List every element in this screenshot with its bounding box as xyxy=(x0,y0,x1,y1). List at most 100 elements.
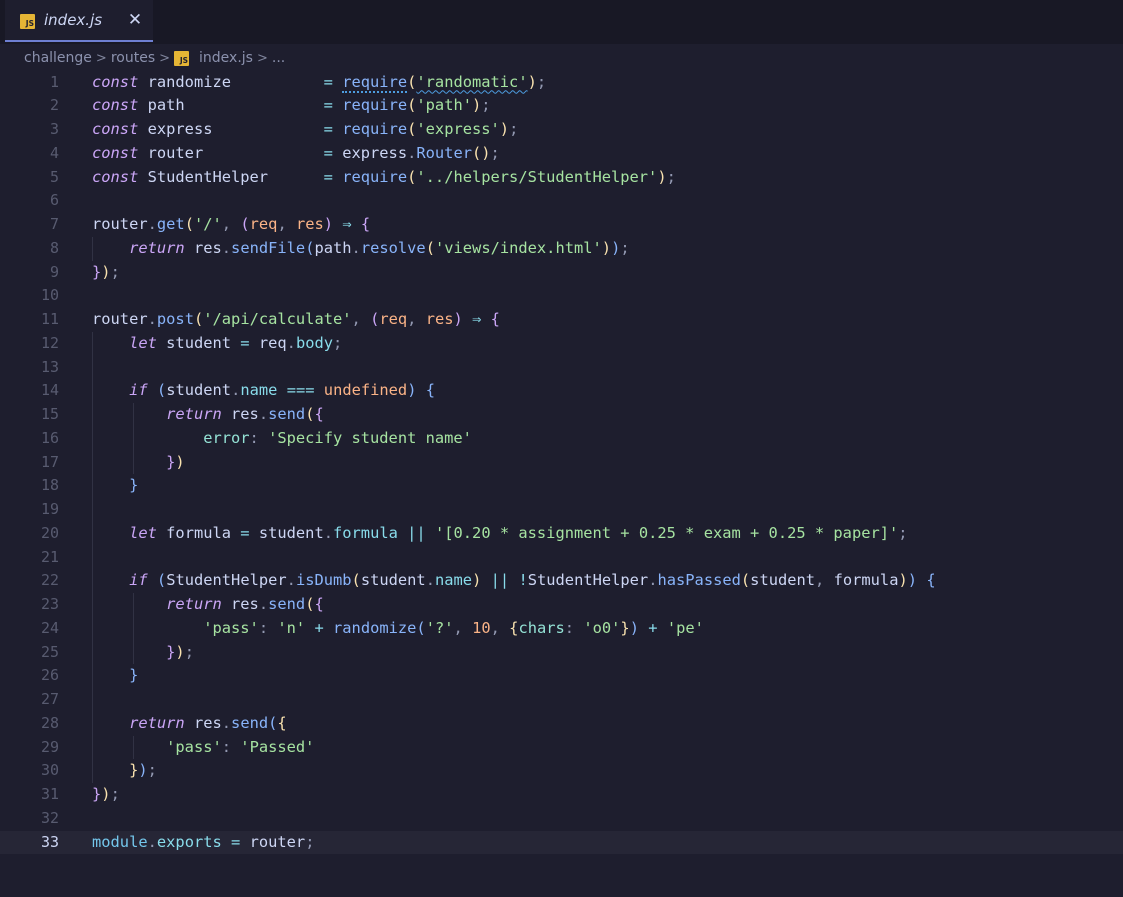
code-line[interactable]: 29 'pass': 'Passed' xyxy=(0,736,1123,760)
code-line[interactable]: 24 'pass': 'n' + randomize('?', 10, {cha… xyxy=(0,617,1123,641)
code-line[interactable]: 33 module.exports = router; xyxy=(0,830,1123,855)
code-token: Router xyxy=(416,143,472,162)
code-line[interactable]: 31}); xyxy=(0,783,1123,807)
code-line[interactable]: 25 }); xyxy=(0,641,1123,665)
code-token: { xyxy=(490,310,500,328)
code-line[interactable]: 18 } xyxy=(0,474,1123,498)
close-icon[interactable]: ✕ xyxy=(125,9,145,31)
code-line[interactable]: 20 let formula = student.formula || '[0.… xyxy=(0,522,1123,546)
code-line[interactable]: 2 const path = require('path'); xyxy=(0,94,1123,118)
code-line[interactable]: 6 xyxy=(0,189,1123,213)
code-token: , xyxy=(453,618,473,637)
code-token: express xyxy=(332,143,408,162)
code-token: { xyxy=(926,571,936,590)
code-line[interactable]: 26 } xyxy=(0,664,1123,688)
breadcrumb-item-challenge[interactable]: challenge xyxy=(24,50,92,66)
code-token: ) xyxy=(629,618,639,637)
code-token: ) xyxy=(527,72,537,91)
code-token: student xyxy=(249,523,324,542)
code-token: 'path' xyxy=(416,96,472,115)
breadcrumb-item-index-js[interactable]: index.js xyxy=(199,50,253,66)
code-text: }) xyxy=(92,451,185,475)
code-token: const xyxy=(92,72,139,91)
line-number: 5 xyxy=(49,167,59,186)
code-text: const randomize = require('randomatic'); xyxy=(92,71,546,95)
code-token: { xyxy=(360,215,371,233)
code-token: = xyxy=(323,72,333,91)
code-line[interactable]: 15 return res.send({ xyxy=(0,403,1123,427)
code-token: randomize xyxy=(138,72,324,91)
code-token: require xyxy=(342,167,408,186)
code-token: ) xyxy=(323,215,334,233)
code-token: = xyxy=(323,143,333,162)
code-line[interactable]: 11 router.post('/api/calculate', (req, re… xyxy=(0,308,1123,332)
code-token: 'views/index.html' xyxy=(434,238,602,257)
code-line[interactable]: 32 xyxy=(0,807,1123,831)
code-token: ) xyxy=(907,571,918,590)
line-number: 29 xyxy=(40,737,59,756)
code-token: . xyxy=(221,713,232,732)
code-line[interactable]: 14 if (student.name === undefined) { xyxy=(0,379,1123,403)
code-token: () xyxy=(471,143,491,162)
code-token: ; xyxy=(305,832,315,851)
code-token: 'Passed' xyxy=(240,737,315,756)
code-line[interactable]: 9}); xyxy=(0,261,1123,285)
code-token: ( xyxy=(156,571,167,590)
code-token: ; xyxy=(184,642,194,661)
code-token: . xyxy=(147,832,157,851)
code-token: ( xyxy=(184,215,194,233)
code-token: ( xyxy=(268,713,278,732)
tab-bar: JS index.js ✕ xyxy=(0,0,1123,44)
code-line[interactable]: 1 const randomize = require('randomatic')… xyxy=(0,71,1123,95)
code-line[interactable]: 4 const router = express.Router(); xyxy=(0,142,1123,166)
line-number: 33 xyxy=(40,832,59,851)
breadcrumb-item-routes[interactable]: routes xyxy=(111,50,155,66)
code-line[interactable]: 10 xyxy=(0,284,1123,308)
code-token: return xyxy=(129,238,185,257)
code-line[interactable]: 7 router.get('/', (req, res) ⇒ { xyxy=(0,213,1123,237)
tab-index-js[interactable]: JS index.js ✕ xyxy=(5,0,153,42)
code-token: ; xyxy=(481,96,491,115)
editor-window: JS index.js ✕ challenge > routes > JS in… xyxy=(0,0,1123,897)
code-line[interactable]: 12 let student = req.body; xyxy=(0,332,1123,356)
code-token: { xyxy=(277,713,287,732)
code-line[interactable]: 27 xyxy=(0,688,1123,712)
code-token: ; xyxy=(666,167,676,186)
line-number: 32 xyxy=(40,808,59,827)
code-line[interactable]: 28 return res.send({ xyxy=(0,712,1123,736)
breadcrumb-item-symbols[interactable]: ... xyxy=(272,50,285,66)
code-line[interactable]: 16 error: 'Specify student name' xyxy=(0,427,1123,451)
code-token: path xyxy=(314,238,352,257)
code-token: ; xyxy=(110,262,120,281)
code-line[interactable]: 22 if (StudentHelper.isDumb(student.name… xyxy=(0,569,1123,593)
code-line[interactable]: 5 const StudentHelper = require('../helpe… xyxy=(0,166,1123,190)
line-number: 12 xyxy=(40,333,59,352)
code-line[interactable]: 8 return res.sendFile(path.resolve('view… xyxy=(0,237,1123,261)
code-token: ; xyxy=(898,523,908,542)
code-token: . xyxy=(231,381,241,400)
code-text: const express = require('express'); xyxy=(92,118,518,142)
code-text: }); xyxy=(92,261,120,285)
code-token: student xyxy=(750,571,816,590)
code-editor[interactable]: 1 const randomize = require('randomatic')… xyxy=(0,70,1123,897)
code-token: ) xyxy=(175,642,185,661)
code-token: '/api/calculate' xyxy=(203,310,352,328)
code-line[interactable]: 17 }) xyxy=(0,451,1123,475)
code-token: student xyxy=(360,571,426,590)
code-line[interactable]: 13 xyxy=(0,356,1123,380)
code-line[interactable]: 19 xyxy=(0,498,1123,522)
code-line[interactable]: 23 return res.send({ xyxy=(0,593,1123,617)
code-token: isDumb xyxy=(295,571,352,590)
code-line[interactable]: 21 xyxy=(0,546,1123,570)
code-line[interactable]: 30 }); xyxy=(0,759,1123,783)
line-number: 8 xyxy=(49,238,59,257)
code-line[interactable]: 3 const express = require('express'); xyxy=(0,118,1123,142)
code-token: '../helpers/StudentHelper' xyxy=(416,167,658,186)
